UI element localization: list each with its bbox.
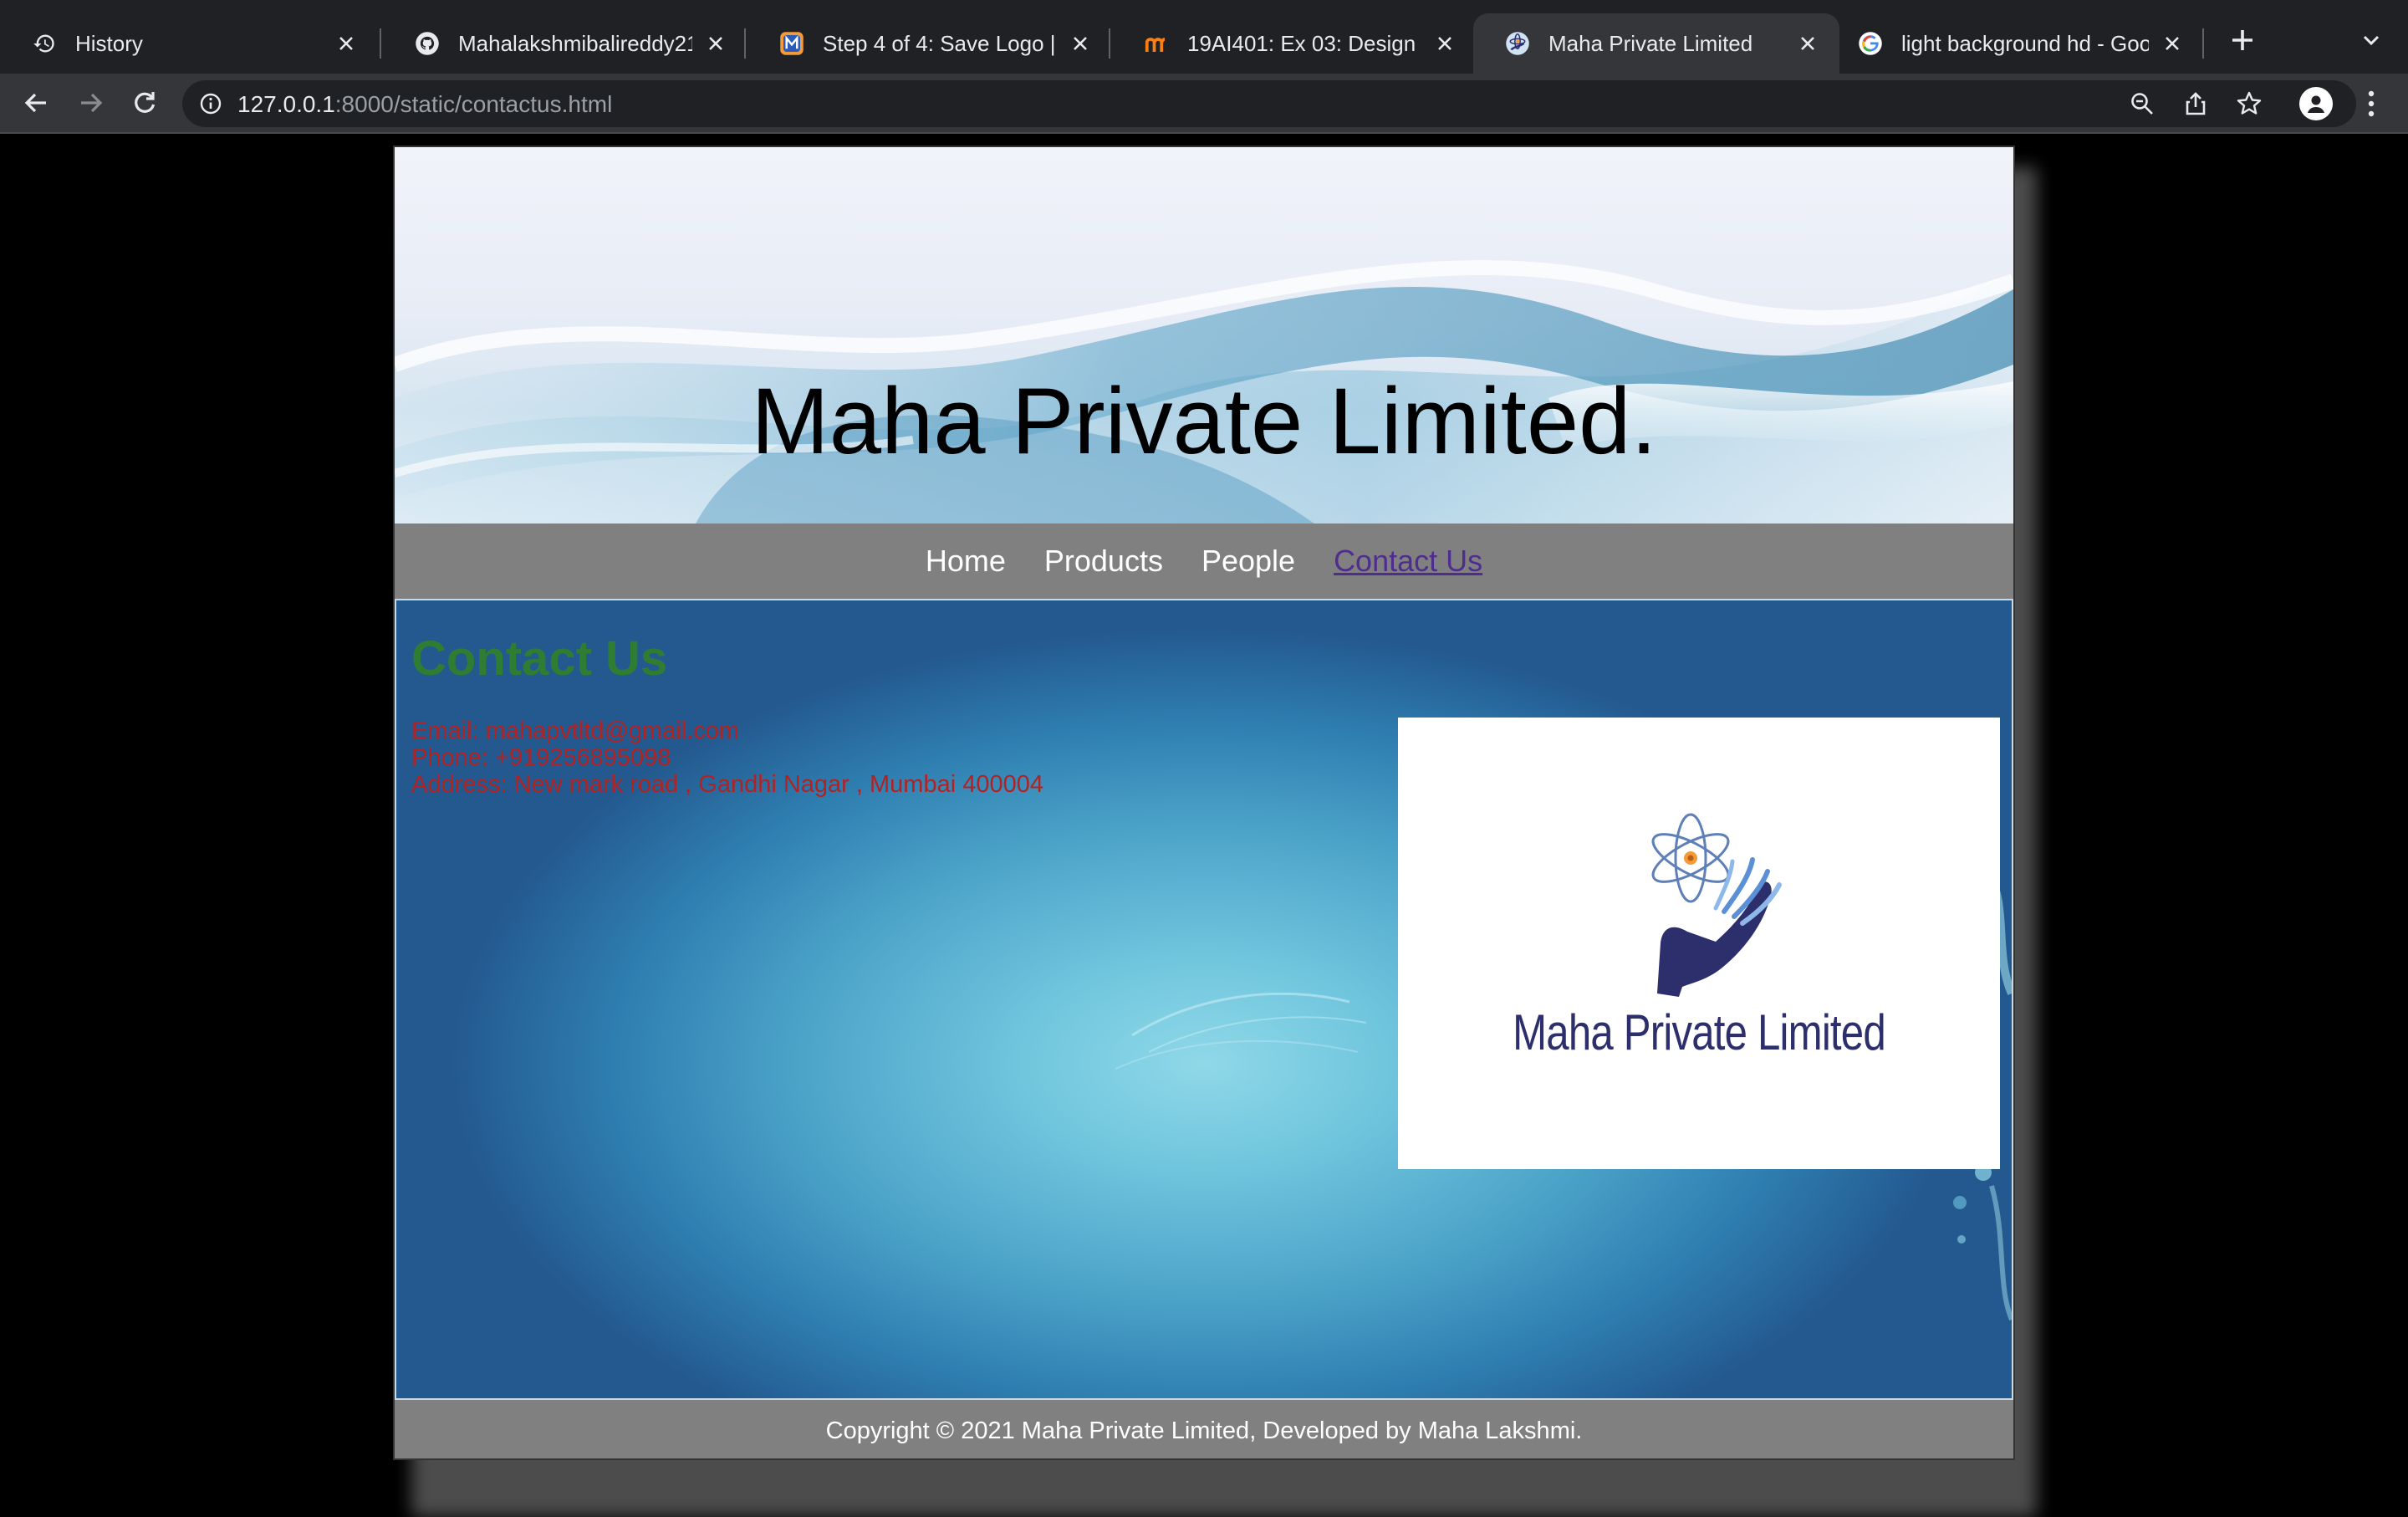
history-icon (32, 31, 57, 56)
close-icon[interactable] (1069, 32, 1092, 55)
site-footer: Copyright © 2021 Maha Private Limited, D… (395, 1400, 2013, 1458)
browser-menu-button[interactable] (2356, 87, 2386, 120)
github-icon (415, 31, 440, 56)
tab-separator (1109, 28, 1110, 59)
tab-google-search[interactable]: light background hd - Goog (1839, 13, 2204, 74)
plus-icon (2232, 30, 2252, 50)
tab-title: History (75, 30, 143, 56)
info-icon[interactable] (197, 90, 224, 117)
close-icon[interactable] (1796, 32, 1819, 55)
tab-maha-private-limited[interactable]: Maha Private Limited (1473, 13, 1839, 74)
browser-toolbar: 127.0.0.1:8000/static/contactus.html (0, 74, 2408, 134)
moodle-icon (1144, 31, 1169, 56)
contact-us-heading: Contact Us (411, 631, 668, 686)
close-icon[interactable] (2161, 32, 2184, 55)
reload-button[interactable] (129, 87, 161, 119)
zoom-icon[interactable] (2127, 89, 2157, 119)
tab-separator (744, 28, 746, 59)
tab-title: 19AI401: Ex 03: Design a W (1187, 30, 1421, 56)
url-path: :8000/static/contactus.html (334, 91, 613, 117)
tab-title: light background hd - Goog (1901, 30, 2149, 56)
company-logo: Maha Private Limited (1398, 718, 2000, 1169)
back-button[interactable] (20, 87, 52, 119)
atom-hand-logo-icon (1651, 813, 1782, 997)
tab-separator (2202, 28, 2204, 59)
site-favicon (1505, 31, 1530, 56)
content-section: Contact Us Email: mahapvtltd@gmail.com P… (395, 599, 2013, 1400)
more-vertical-icon (2368, 90, 2375, 117)
arrow-left-icon (24, 93, 46, 113)
arrow-right-icon (81, 93, 103, 113)
tab-github[interactable]: Mahalakshmibalireddy2100 (383, 13, 747, 74)
contact-details: Email: mahapvtltd@gmail.com Phone: +9192… (411, 718, 1043, 798)
close-icon[interactable] (334, 32, 358, 55)
url-host: 127.0.0.1 (237, 91, 335, 117)
nav-products-link[interactable]: Products (1044, 544, 1163, 579)
url-text: 127.0.0.1:8000/static/contactus.html (237, 91, 612, 118)
contact-phone: Phone: +919256895098 (411, 744, 671, 771)
contact-email: Email: mahapvtltd@gmail.com (411, 718, 740, 744)
tab-title: Step 4 of 4: Save Logo | Lo (823, 30, 1057, 56)
reload-icon (135, 92, 156, 113)
nav-contact-us-link[interactable]: Contact Us (1334, 544, 1482, 579)
main-navigation: Home Products People Contact Us (395, 524, 2013, 599)
forward-button[interactable] (75, 87, 107, 119)
tab-logo-maker[interactable]: Step 4 of 4: Save Logo | Lo (747, 13, 1112, 74)
new-tab-button[interactable] (2227, 25, 2258, 55)
tab-moodle[interactable]: 19AI401: Ex 03: Design a W (1112, 13, 1477, 74)
share-icon[interactable] (2181, 89, 2211, 119)
header-banner: Maha Private Limited. (395, 147, 2013, 524)
tab-title: Mahalakshmibalireddy2100 (458, 30, 692, 56)
nav-home-link[interactable]: Home (926, 544, 1006, 579)
profile-avatar-icon[interactable] (2299, 87, 2333, 120)
browser-tab-bar: History Mahalakshmibalireddy2100 Step 4 … (0, 0, 2408, 74)
tab-search-button[interactable] (2358, 27, 2385, 54)
site-container: Maha Private Limited. Home Products Peop… (393, 146, 2015, 1460)
google-icon (1858, 31, 1883, 56)
footer-copyright: Copyright © 2021 Maha Private Limited, D… (825, 1417, 1583, 1444)
close-icon[interactable] (1433, 32, 1457, 55)
close-icon[interactable] (704, 32, 727, 55)
tab-history[interactable]: History (0, 13, 378, 74)
bookmark-star-icon[interactable] (2234, 89, 2264, 119)
contact-address: Address: New mark road , Gandhi Nagar , … (411, 771, 1043, 798)
logo-maker-icon (779, 31, 804, 56)
tab-title: Maha Private Limited (1548, 30, 1753, 56)
logo-company-name: Maha Private Limited (1513, 1004, 1886, 1060)
site-title: Maha Private Limited. (751, 369, 1657, 473)
page-viewport: Maha Private Limited. Home Products Peop… (0, 134, 2408, 1517)
tab-separator (380, 28, 381, 59)
address-bar[interactable]: 127.0.0.1:8000/static/contactus.html (182, 80, 2356, 127)
nav-people-link[interactable]: People (1201, 544, 1295, 579)
chevron-down-icon (2363, 35, 2380, 46)
